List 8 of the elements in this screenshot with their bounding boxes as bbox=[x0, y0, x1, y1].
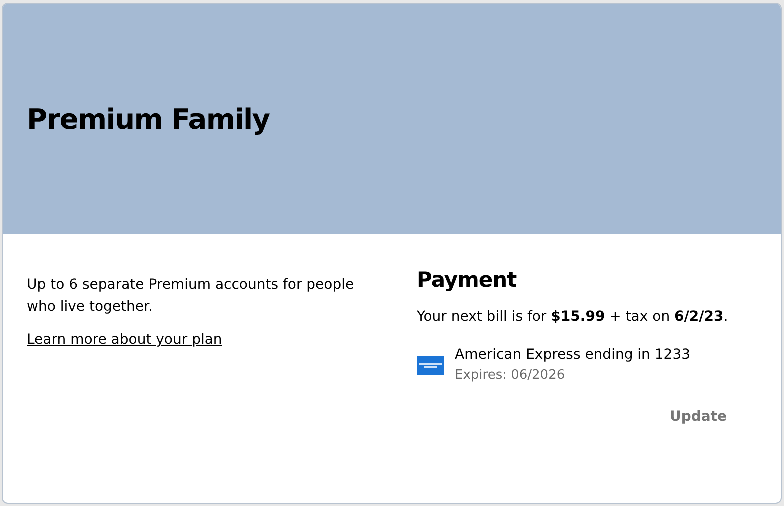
credit-card-icon bbox=[417, 356, 444, 374]
plan-description: Up to 6 separate Premium accounts for people who live together. bbox=[27, 276, 356, 317]
bill-text: Your next bill is for $15.99 + tax on 6/2/23. bbox=[417, 309, 730, 325]
card-expiry: Expires: 06/2026 bbox=[455, 368, 566, 383]
plan-title: Premium Family bbox=[27, 102, 270, 136]
learn-more-link[interactable]: Learn more about your plan bbox=[27, 332, 222, 348]
card-name: American Express ending in 1233 bbox=[455, 347, 691, 363]
payment-title: Payment bbox=[417, 268, 518, 292]
